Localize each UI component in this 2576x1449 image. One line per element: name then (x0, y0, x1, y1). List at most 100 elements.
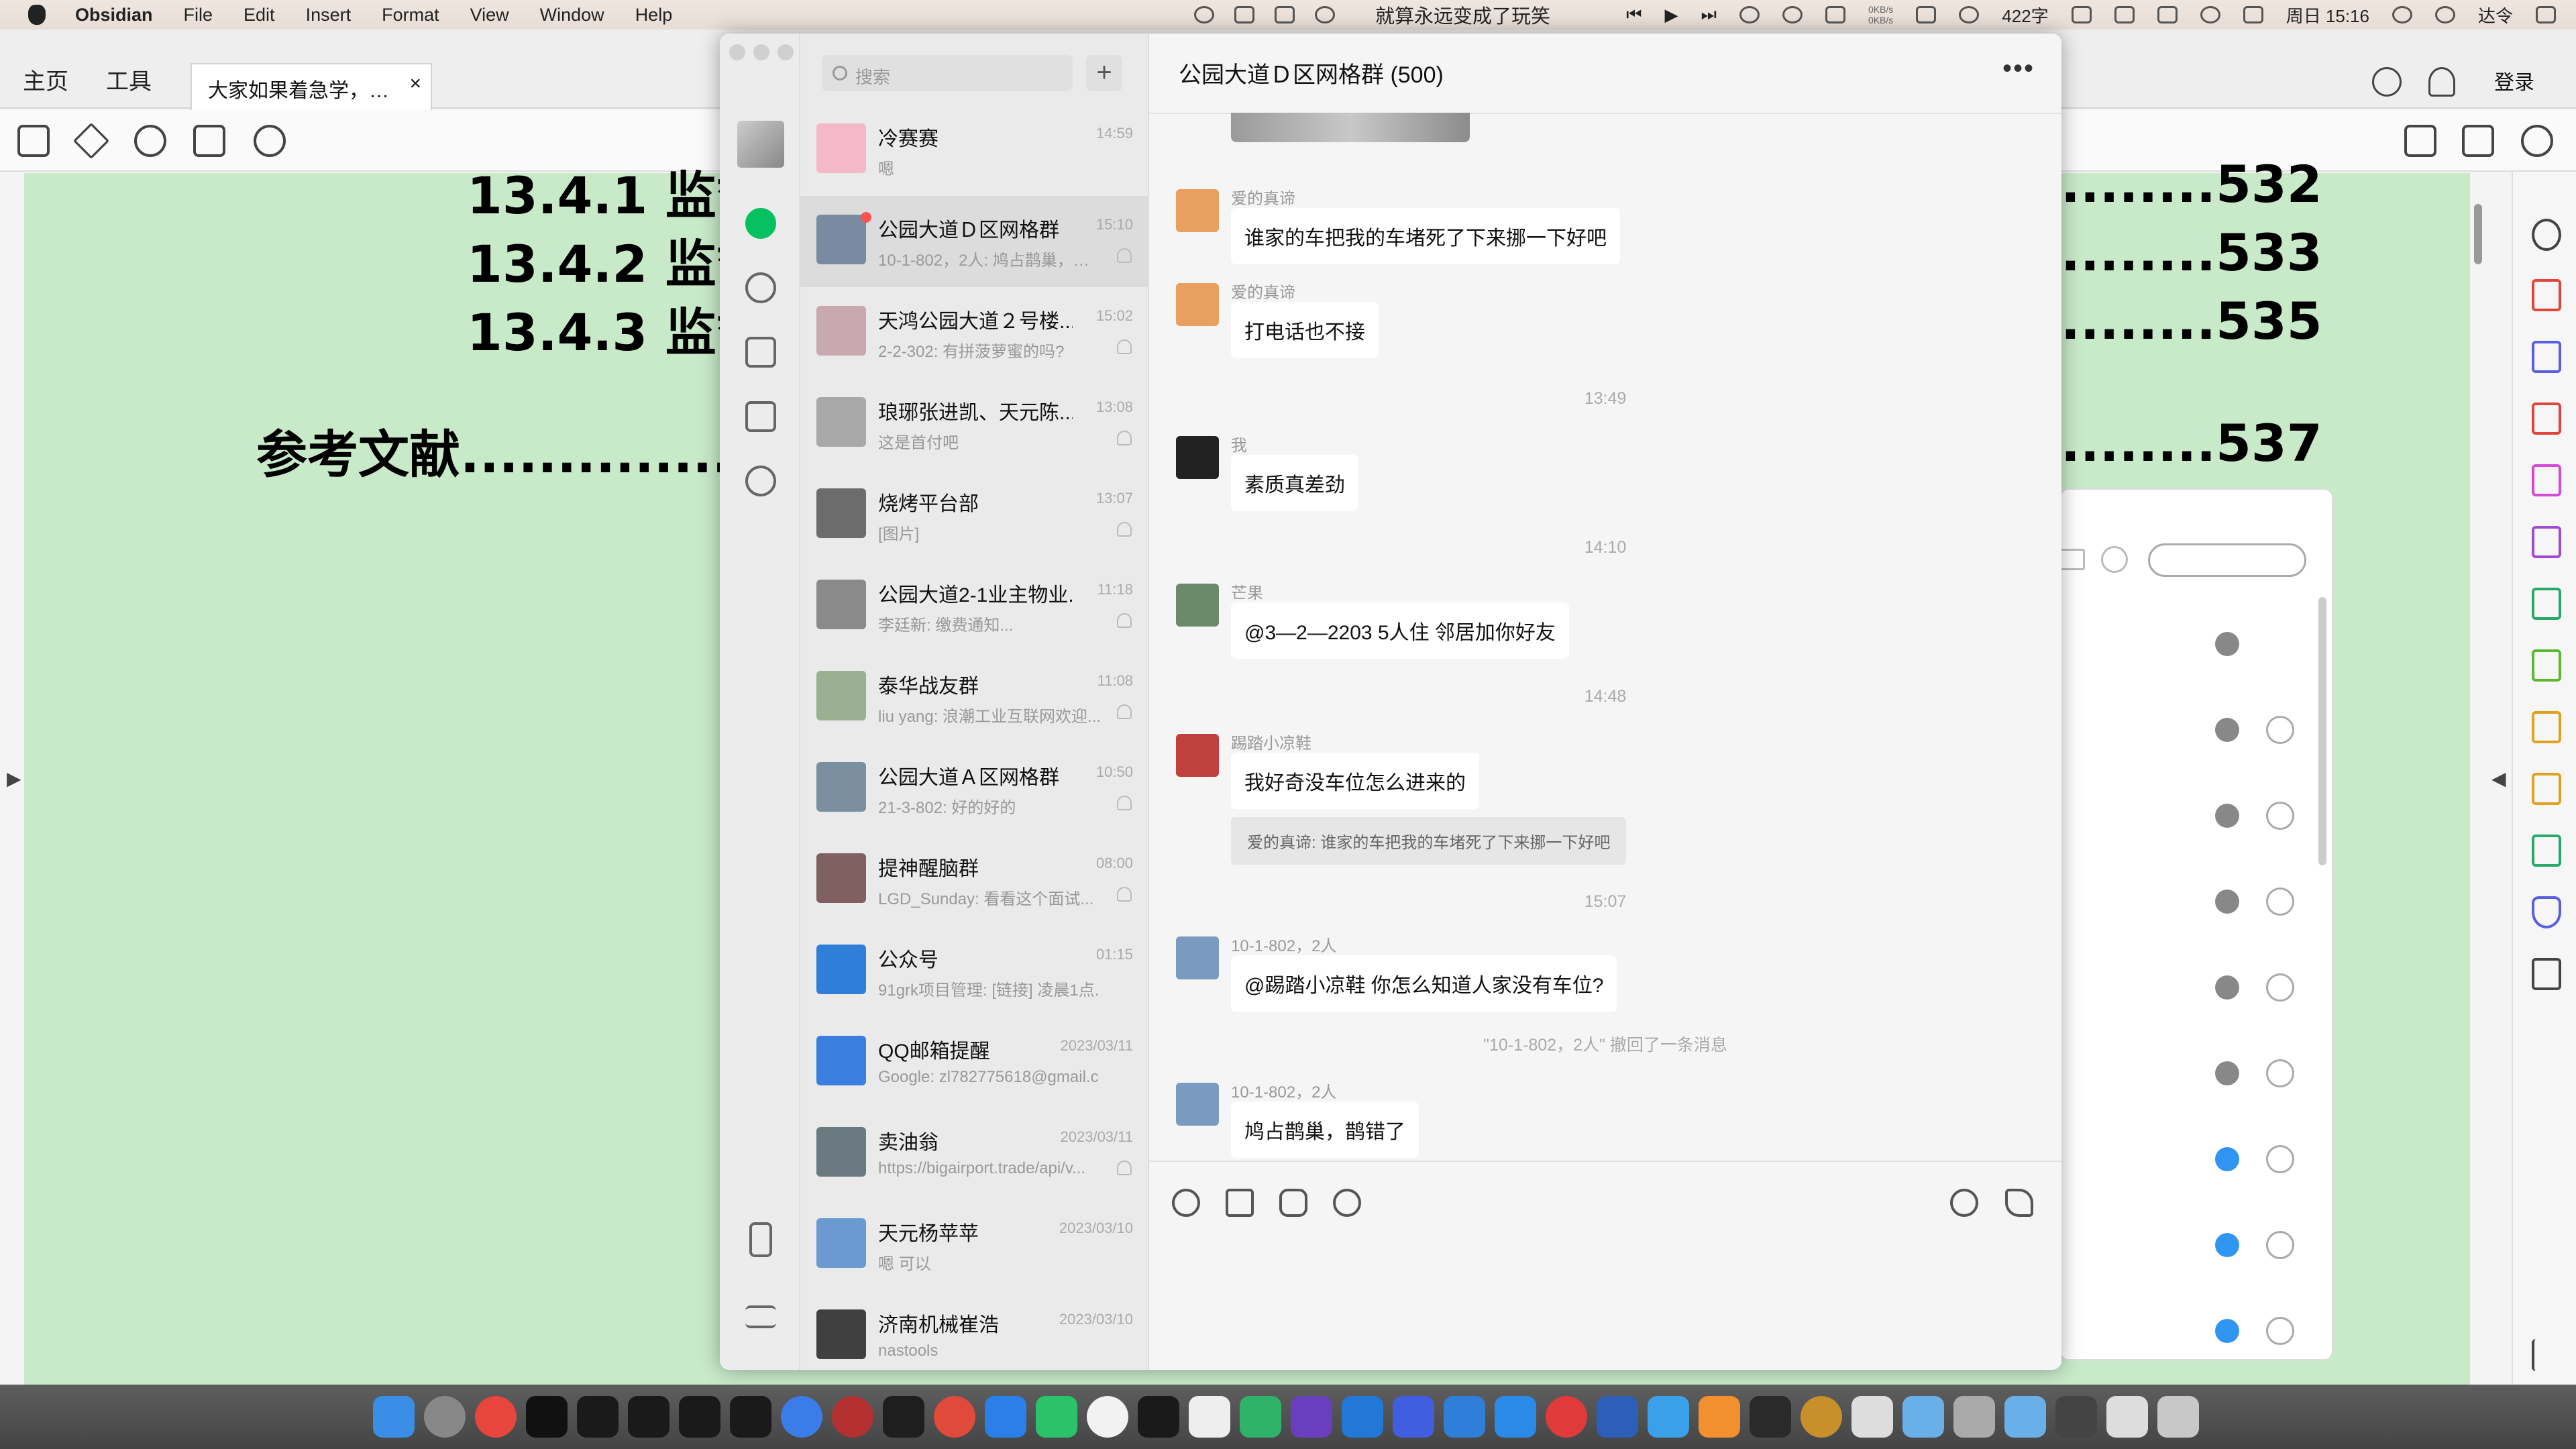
evernote-icon[interactable] (1240, 1396, 1281, 1438)
bell-icon[interactable] (2428, 67, 2455, 97)
export-pdf-icon[interactable] (2532, 464, 2561, 496)
live-icon[interactable] (1950, 1189, 1978, 1217)
microphone-icon[interactable] (2071, 6, 2092, 23)
siri-icon[interactable] (2434, 6, 2455, 23)
collapse-right-icon[interactable]: ◀ (2491, 767, 2506, 790)
avatar[interactable] (1176, 936, 1219, 979)
menu-help[interactable]: Help (635, 5, 673, 25)
obsidian-icon[interactable] (1291, 1396, 1332, 1438)
docker-icon[interactable] (1495, 1396, 1536, 1438)
goland-icon[interactable] (628, 1396, 669, 1438)
pdf-scrollbar[interactable] (2474, 204, 2482, 264)
phone-icon[interactable] (749, 1222, 772, 1257)
heart-icon[interactable] (1739, 6, 1760, 23)
voice-call-icon[interactable] (2005, 1189, 2033, 1217)
conversation-item[interactable]: 提神醒脑群 08:00 LGD_Sunday: 看看这个面试... (800, 835, 1149, 926)
menu-view[interactable]: View (470, 5, 509, 25)
collapse-left-icon[interactable]: ▶ (7, 767, 21, 790)
redis-icon[interactable] (832, 1396, 873, 1438)
combine-files-icon[interactable] (2532, 341, 2561, 373)
menu-insert[interactable]: Insert (306, 5, 352, 25)
close-tab-icon[interactable]: × (409, 72, 421, 95)
more-tools-icon[interactable] (2532, 958, 2561, 990)
panel-scrollbar[interactable] (2318, 597, 2326, 865)
chevron-down-icon[interactable] (2266, 802, 2294, 830)
fill-sign-icon[interactable] (2532, 526, 2561, 558)
scan-icon[interactable] (2532, 711, 2561, 743)
message-bubble[interactable]: 打电话也不接 (1231, 302, 1379, 358)
avatar[interactable] (1176, 1083, 1219, 1126)
message-bubble[interactable]: 我好奇没车位怎么进来的 (1231, 753, 1479, 809)
wechat-dock-icon[interactable] (1036, 1396, 1077, 1438)
message-bubble[interactable]: 谁家的车把我的车堵死了下来挪一下好吧 (1231, 208, 1620, 264)
conversation-item[interactable]: 公园大道2-1业主物业... 11:18 李廷新: 缴费通知... (800, 561, 1149, 652)
acrobat-icon[interactable] (1138, 1396, 1179, 1438)
applications-folder-icon[interactable] (1902, 1396, 1944, 1438)
chevron-down-icon[interactable] (2266, 1145, 2294, 1173)
conversation-item[interactable]: 公众号 01:15 91grk项目管理: [链接] 凌晨1点... (800, 926, 1149, 1017)
message-bubble[interactable]: 鸠占鹊巢，鹊错了 (1231, 1102, 1419, 1158)
help-folder-icon[interactable] (1953, 1396, 1995, 1438)
now-playing-title[interactable]: 就算永远变成了玩笑 (1375, 1, 1550, 29)
download-icon[interactable] (2215, 1233, 2239, 1257)
login-button[interactable]: 登录 (2494, 66, 2534, 95)
tab-tools[interactable]: 工具 (106, 63, 152, 96)
browser-icon[interactable] (781, 1396, 822, 1438)
menu-format[interactable]: Format (382, 5, 439, 25)
bell-icon[interactable] (1234, 6, 1254, 23)
add-button[interactable]: + (1086, 55, 1122, 91)
search-icon[interactable] (2215, 975, 2239, 1000)
tab-document[interactable]: 大家如果着急学，… × (191, 63, 432, 110)
image-message[interactable] (1231, 113, 1470, 142)
spotlight-icon[interactable] (2392, 6, 2412, 23)
apple-menu-icon[interactable] (28, 5, 46, 25)
netease-music-icon[interactable] (1546, 1396, 1587, 1438)
toc-line-page[interactable]: ........535 (2061, 291, 2322, 351)
menu-app-name[interactable]: Obsidian (75, 5, 153, 25)
conversation-item[interactable]: 泰华战友群 11:08 liu yang: 浪潮工业互联网欢迎... (800, 652, 1149, 743)
trash-icon[interactable] (2157, 1396, 2199, 1438)
protect-icon[interactable] (2532, 896, 2561, 928)
message-bubble[interactable]: @3—2—2203 5人住 邻居加你好友 (1231, 602, 1569, 659)
emoji-icon[interactable] (1172, 1189, 1200, 1217)
minimize-window-button[interactable] (753, 44, 769, 60)
comment-icon[interactable] (2532, 773, 2561, 805)
add-user-icon[interactable] (2521, 125, 2553, 157)
document-stack-icon[interactable] (1851, 1396, 1893, 1438)
clock-icon[interactable] (1959, 6, 1980, 23)
next-track-icon[interactable]: ⏭ (1701, 4, 1717, 25)
input-area[interactable] (1149, 1161, 2061, 1370)
bluetooth-icon[interactable] (2157, 6, 2178, 23)
menu-edit[interactable]: Edit (244, 5, 275, 25)
message-bubble[interactable]: @踢踏小凉鞋 你怎么知道人家没有车位? (1231, 955, 1617, 1012)
panel-search-input[interactable] (2148, 543, 2306, 577)
toc-line-page[interactable]: ........533 (2061, 223, 2322, 282)
close-window-button[interactable] (729, 44, 745, 60)
star-icon[interactable] (72, 122, 110, 160)
webstorm-icon[interactable] (679, 1396, 720, 1438)
tab-home[interactable]: 主页 (23, 63, 68, 96)
mail-app-icon[interactable] (1444, 1396, 1485, 1438)
search-icon[interactable] (2215, 804, 2239, 828)
create-pdf-icon[interactable] (2532, 279, 2561, 311)
conversation-item[interactable]: 烧烤平台部 13:07 [图片] (800, 470, 1149, 561)
shield-status-icon[interactable] (1825, 6, 1845, 23)
chat-title[interactable]: 公园大道Ｄ区网格群 (500) (1179, 56, 1444, 89)
volume-icon[interactable] (2243, 6, 2263, 23)
avatar[interactable] (1176, 584, 1219, 627)
avatar[interactable] (1176, 283, 1219, 326)
play-icon[interactable]: ▶ (1665, 5, 1678, 25)
contacts-icon[interactable] (745, 272, 776, 303)
download-icon[interactable] (2215, 1147, 2239, 1171)
conversation-item[interactable]: 济南机械崔浩 2023/03/10 nastools (800, 1291, 1149, 1370)
launchpad-icon[interactable] (424, 1396, 466, 1438)
clion-icon[interactable] (730, 1396, 771, 1438)
quoted-message[interactable]: 爱的真谛: 谁家的车把我的车堵死了下来挪一下好吧 (1231, 817, 1627, 865)
zoom-search-icon[interactable] (254, 125, 286, 157)
file-icon[interactable] (1226, 1189, 1254, 1217)
downloads-folder-icon[interactable] (2004, 1396, 2046, 1438)
pen-icon[interactable] (1916, 6, 1937, 23)
chevron-down-icon[interactable] (2266, 1231, 2294, 1259)
terminal-icon[interactable] (883, 1396, 924, 1438)
pycharm-icon[interactable] (577, 1396, 619, 1438)
